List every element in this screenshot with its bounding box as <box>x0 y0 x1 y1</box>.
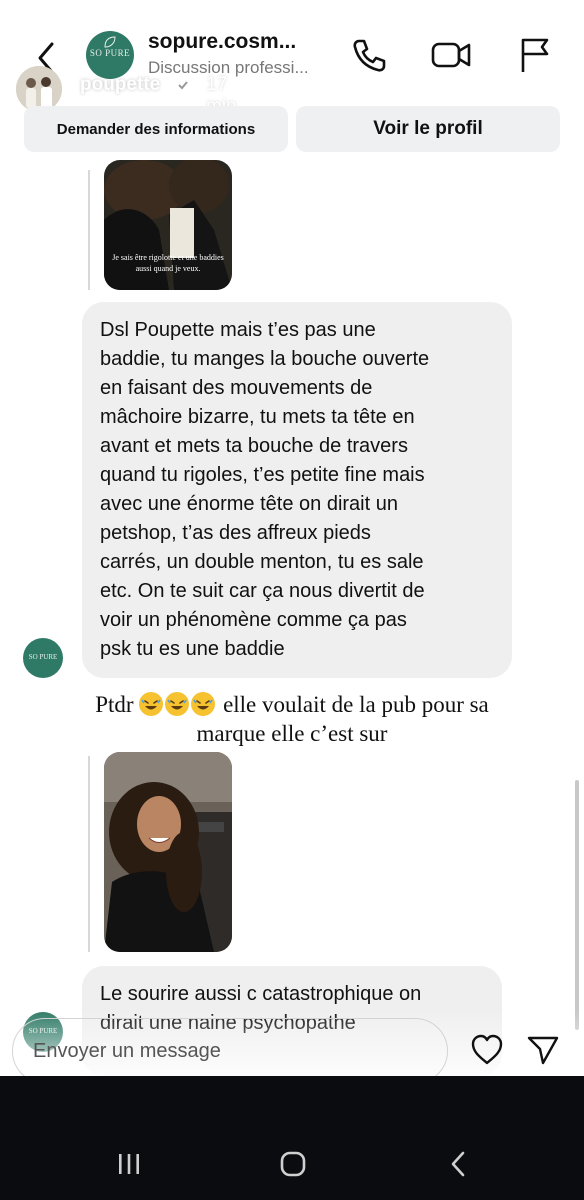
scrollbar-thumb[interactable] <box>575 780 579 1030</box>
message-line: avec une énorme tête on dirait un <box>100 493 398 515</box>
verified-badge-icon <box>175 77 191 93</box>
leaf-logo-icon <box>104 36 116 48</box>
message-line: psk tu es une baddie <box>100 638 285 660</box>
rofl-emoji-icon <box>165 692 190 716</box>
caption-line-2: marque elle c’est sur <box>196 721 388 746</box>
message-line: Le sourire aussi c catastrophique on <box>100 983 422 1005</box>
message-line: voir un phénomène comme ça pas <box>100 609 407 631</box>
request-info-label: Demander des informations <box>56 120 256 138</box>
message-composer[interactable] <box>12 1018 448 1084</box>
phone-icon[interactable] <box>350 36 388 74</box>
message-line: carrés, un double menton, tu es sale <box>100 551 424 573</box>
recents-icon[interactable] <box>114 1150 144 1178</box>
rofl-emoji-icon <box>139 692 164 716</box>
sender-logo-text: SO PURE <box>28 653 58 661</box>
message-line: Dsl Poupette mais t’es pas une <box>100 319 376 341</box>
reply-indicator-bar <box>88 756 90 952</box>
laughing-emojis <box>139 692 217 717</box>
brand-avatar[interactable]: SO PURE <box>86 31 134 79</box>
story-overlay-text: Je sais être rigolotte et une baddies au… <box>112 253 224 273</box>
heart-icon[interactable] <box>470 1034 504 1066</box>
caption-prefix: Ptdr <box>95 692 134 717</box>
message-line: quand tu rigoles, t’es petite fine mais <box>100 464 425 486</box>
caption-line-1: Ptdr elle voulait de la pub pour sa <box>0 690 584 719</box>
story-photo <box>104 752 232 952</box>
message-line: petshop, t’as des affreux pieds <box>100 522 371 544</box>
replied-story-thumbnail[interactable]: Je sais être rigolotte et une baddies au… <box>104 160 232 290</box>
message-bubble[interactable]: Dsl Poupette mais t’es pas une baddie, tu… <box>82 302 512 678</box>
thread-name[interactable]: sopure.cosm... <box>148 30 296 54</box>
view-profile-label: Voir le profil <box>373 118 483 139</box>
send-icon[interactable] <box>526 1034 560 1066</box>
reply-indicator-bar <box>88 170 90 290</box>
more-icon[interactable] <box>546 70 556 100</box>
message-line: avant et mets ta bouche de travers <box>100 435 408 457</box>
message-input[interactable] <box>33 1037 413 1065</box>
caption-suffix: elle voulait de la pub pour sa <box>223 692 489 717</box>
flag-icon[interactable] <box>516 36 554 74</box>
message-line: etc. On te suit car ça nous divertit de <box>100 580 425 602</box>
message-line: en faisant des mouvements de <box>100 377 373 399</box>
story-username[interactable]: poupette <box>80 74 160 96</box>
video-camera-icon[interactable] <box>430 36 472 74</box>
sender-avatar[interactable]: SO PURE <box>23 638 63 678</box>
rofl-emoji-icon <box>191 692 216 716</box>
view-profile-button[interactable]: Voir le profil <box>296 106 560 152</box>
brand-logo-text: SO PURE <box>89 48 131 58</box>
system-navigation-bar <box>0 1076 584 1200</box>
request-info-button[interactable]: Demander des informations <box>24 106 288 152</box>
replied-story-thumbnail[interactable] <box>104 752 232 952</box>
message-text: Dsl Poupette mais t’es pas une baddie, tu… <box>100 316 494 664</box>
back-icon[interactable] <box>444 1150 474 1178</box>
home-icon[interactable] <box>278 1150 308 1178</box>
message-line: baddie, tu manges la bouche ouverte <box>100 348 430 370</box>
message-line: mâchoire bizarre, tu mets ta tête en <box>100 406 415 428</box>
